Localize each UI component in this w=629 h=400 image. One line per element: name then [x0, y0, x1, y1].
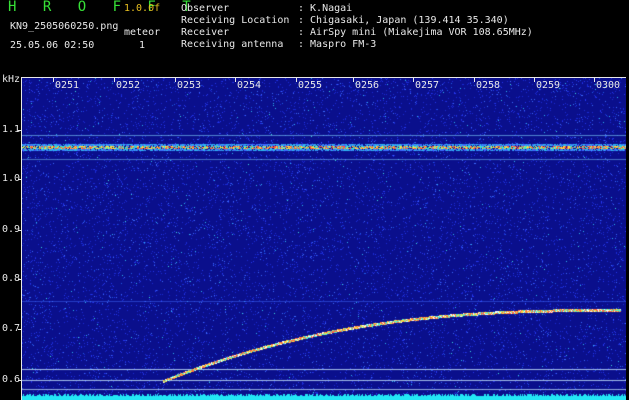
meta-key-location: Receiving Location	[181, 15, 290, 26]
y-tickmark	[18, 329, 22, 330]
meta-value-location: : Chigasaki, Japan (139.414 35.340)	[298, 15, 509, 26]
time-tick-0256: 0256	[355, 80, 380, 91]
x-tickmark	[114, 77, 115, 82]
filename-label: KN9_2505060250.png	[10, 21, 119, 32]
time-tick-0252: 0252	[116, 80, 141, 91]
meta-value-observer: : K.Nagai	[298, 3, 353, 14]
x-tickmark	[474, 77, 475, 82]
hroft-window: H R O F F T 1.0.0f KN9_2505060250.png me…	[0, 0, 629, 400]
time-tick-0257: 0257	[415, 80, 440, 91]
version-label: 1.0.0f	[124, 3, 161, 14]
meteor-count: 1	[139, 40, 146, 51]
time-tick-0253: 0253	[177, 80, 202, 91]
time-tick-0255: 0255	[298, 80, 323, 91]
time-tick-0254: 0254	[237, 80, 262, 91]
meta-value-receiver: : AirSpy mini (Miakejima VOR 108.65MHz)	[298, 27, 533, 38]
datetime-label: 25.05.06 02:50	[10, 40, 95, 51]
meta-key-observer: Observer	[181, 3, 230, 14]
time-tick-0259: 0259	[536, 80, 561, 91]
meteor-label: meteor	[124, 27, 161, 38]
y-tickmark	[18, 179, 22, 180]
x-tickmark	[296, 77, 297, 82]
y-axis-unit: kHz	[2, 74, 21, 85]
y-tickmark	[18, 279, 22, 280]
meta-key-antenna: Receiving antenna	[181, 39, 284, 50]
x-tickmark	[413, 77, 414, 82]
meta-key-receiver: Receiver	[181, 27, 230, 38]
x-tickmark	[534, 77, 535, 82]
app-title: H R O F F T	[8, 0, 200, 15]
y-axis-line	[21, 77, 22, 400]
x-tickmark	[175, 77, 176, 82]
meta-value-antenna: : Maspro FM-3	[298, 39, 377, 50]
x-tickmark	[353, 77, 354, 82]
time-tick-0251: 0251	[55, 80, 80, 91]
y-tickmark	[18, 380, 22, 381]
x-tickmark	[53, 77, 54, 82]
x-tickmark	[235, 77, 236, 82]
x-axis-line	[21, 77, 626, 78]
y-tickmark	[18, 130, 22, 131]
spectrogram-canvas	[21, 77, 626, 400]
time-tick-0258: 0258	[476, 80, 501, 91]
spectrogram-plot	[21, 77, 626, 400]
y-tickmark	[18, 230, 22, 231]
x-tickmark	[594, 77, 595, 82]
time-tick-0300: 0300	[596, 80, 621, 91]
